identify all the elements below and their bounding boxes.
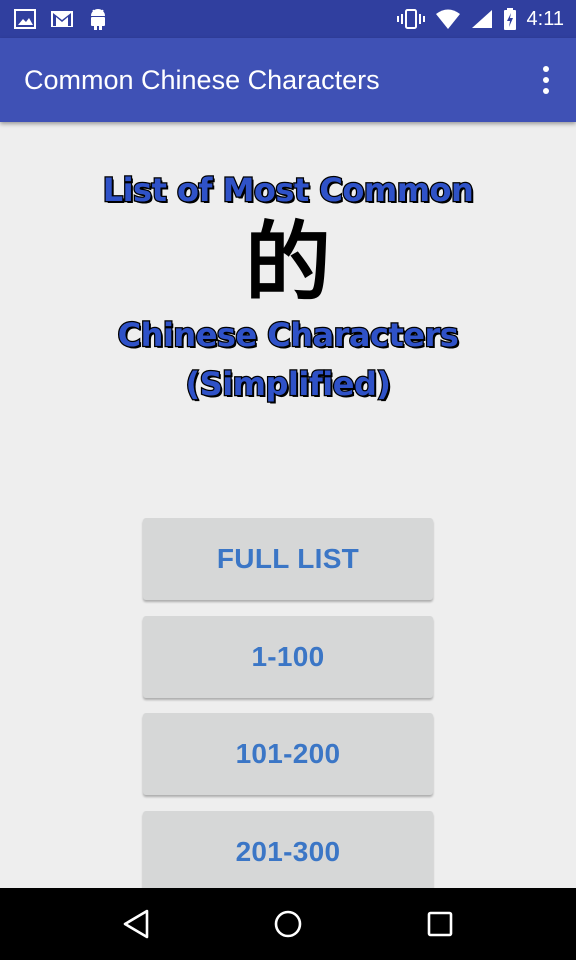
logo-line-2: Chinese Characters <box>116 315 460 356</box>
android-icon <box>88 8 108 30</box>
recents-icon[interactable] <box>416 900 464 948</box>
app-bar: Common Chinese Characters <box>0 38 576 122</box>
range-201-300-button[interactable]: 201-300 <box>143 810 433 893</box>
home-icon[interactable] <box>264 900 312 948</box>
status-system: 4:11 <box>396 7 564 31</box>
range-1-100-button[interactable]: 1-100 <box>143 615 433 698</box>
battery-charging-icon <box>503 8 517 30</box>
range-101-200-button[interactable]: 101-200 <box>143 713 433 795</box>
vibrate-icon <box>396 9 425 29</box>
overflow-menu-icon[interactable] <box>530 56 562 104</box>
logo-line-3: (Simplified) <box>184 364 392 405</box>
signal-icon <box>471 9 493 29</box>
status-notifications <box>14 8 108 30</box>
app-title: Common Chinese Characters <box>24 64 380 95</box>
status-time: 4:11 <box>526 7 564 30</box>
status-bar: 4:11 <box>0 0 576 38</box>
list-buttons: FULL LIST 1-100 101-200 201-300 <box>143 518 433 908</box>
wifi-icon <box>435 9 461 29</box>
image-icon <box>14 9 36 29</box>
navigation-bar <box>0 888 576 960</box>
gmail-icon <box>50 10 74 28</box>
back-icon[interactable] <box>112 900 160 948</box>
logo-line-1: List of Most Common <box>101 170 475 211</box>
logo-character: 的 <box>245 212 331 313</box>
app-logo: List of Most Common 的 Chinese Characters… <box>0 165 576 409</box>
full-list-button[interactable]: FULL LIST <box>143 518 433 600</box>
